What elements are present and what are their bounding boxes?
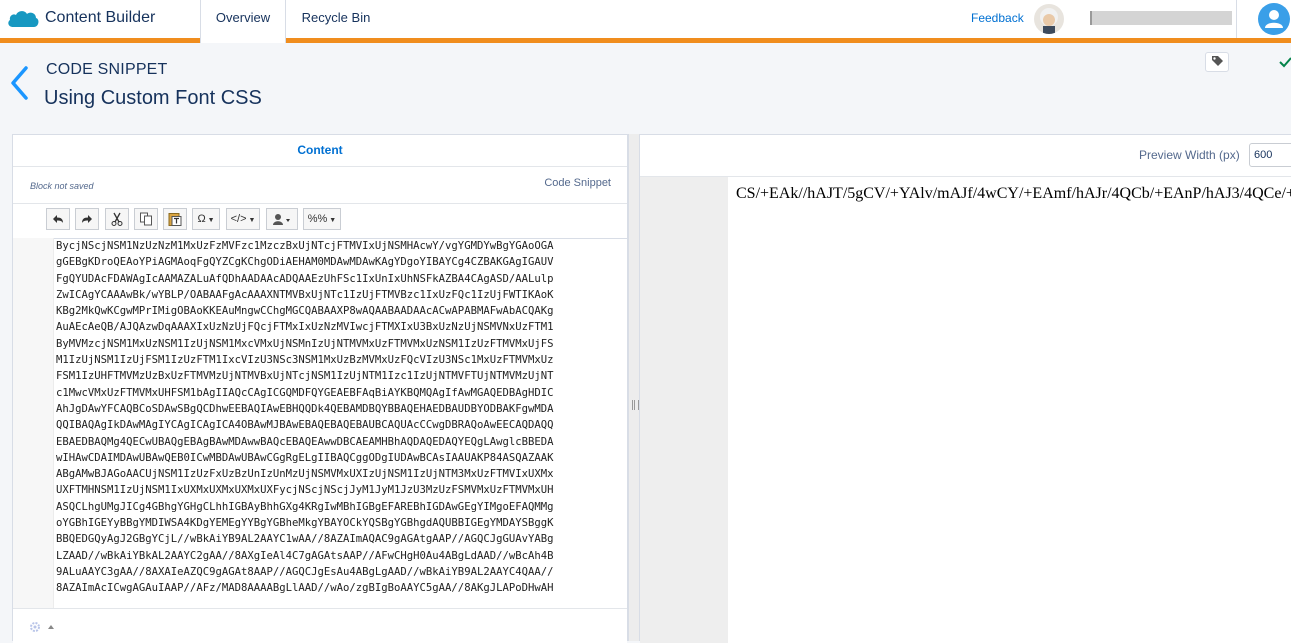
caret-up-icon[interactable]: [48, 625, 54, 629]
tab-overview[interactable]: Overview: [200, 0, 286, 43]
preview-canvas: CS/+EAk//hAJT/5gCV/+YAlv/mAJf/4wCY/+EAmf…: [728, 176, 1291, 643]
special-character-label: Ω: [197, 213, 206, 225]
divider: [1236, 0, 1237, 38]
code-line: AuAEcAeQB/AJQAzwDqAAAXIxUzNzUjFQcjFTMxIx…: [56, 321, 554, 334]
gear-icon[interactable]: [29, 621, 41, 633]
panel-splitter[interactable]: [628, 134, 640, 641]
paste-text-icon: [168, 213, 182, 226]
code-line: ABgAMwBJAGoAACUjNSM1IzUzFxUzBzUnIzUnMzUj…: [56, 468, 554, 481]
code-line: oYGBhIGEYyBBgYMDIWSA4KDgYEMEgYYBgYGBheMk…: [56, 517, 554, 530]
copy-icon: [140, 212, 152, 226]
ampscript-label: %%: [307, 213, 328, 225]
code-line: 8AZAImAcICwgAGAuIAAP//AFz/MAD8AAAABgLlAA…: [56, 582, 554, 595]
code-line: ASQCLhgUMgJICg4GBhgYGHgCLhhIGBAyBhhGXg4K…: [56, 500, 554, 513]
code-line: BycjNScjNSM1NzUzNzM1MxUzFzMVFzc1MzczBxUj…: [56, 240, 554, 252]
einstein-avatar[interactable]: [1034, 4, 1064, 34]
code-line: LZAAD//wBkAiYBkAL2AAYC2gAA//8AXgIeAl4C7g…: [56, 549, 554, 562]
undo-icon: [53, 215, 63, 223]
copy-button[interactable]: [134, 208, 158, 230]
special-character-dropdown[interactable]: Ω ▼: [192, 208, 220, 230]
block-type-label: Code Snippet: [544, 177, 611, 189]
code-line: c1MwcVMxUzFTMVMxUHFSM1bAgIIAQcCAgICGQMDF…: [56, 386, 554, 399]
code-line: BBQEDGQyAgJ2GBgYCjL//wBkAiYB9AL2AAYC1wAA…: [56, 533, 554, 546]
tag-icon: [1212, 56, 1223, 66]
code-line: UXFTMHNSM1IzUjNSM1IxUXMxUXMxUXMxUXFycjNS…: [56, 484, 554, 497]
code-line: AhJgDAwYFCAQBCoSDAwSBgQCDhwEEBAQIAwEBHQQ…: [56, 402, 554, 415]
code-editor[interactable]: BycjNScjNSM1NzUzNzM1MxUzFzMVFzc1MzczBxUj…: [56, 238, 622, 608]
user-name-redacted: [1090, 11, 1232, 25]
code-line: FSM1IzUHFTMVMzUzBxUzFTMVMzUjNTMVBxUjNTcj…: [56, 370, 554, 383]
user-icon: [1265, 10, 1283, 28]
paste-text-button[interactable]: [163, 208, 187, 230]
ampscript-dropdown[interactable]: %% ▼: [303, 208, 341, 230]
editor-toolbar: Ω ▼ </> ▼ %% ▼: [13, 203, 627, 239]
block-status: Block not saved: [30, 181, 94, 191]
personalization-dropdown[interactable]: [266, 208, 298, 230]
code-line: QQIBAQAgIkDAwMAgIYCAgICAgICA4OBAwMJBAwEB…: [56, 419, 554, 432]
preview-text: CS/+EAk//hAJT/5gCV/+YAlv/mAJf/4wCY/+EAmf…: [736, 185, 1291, 202]
feedback-link[interactable]: Feedback: [971, 11, 1024, 25]
source-code-label: </>: [230, 213, 247, 225]
code-line: FgQYUDAcFDAWAgIcAAMAZALuAfQDhAADAAcADQAA…: [56, 272, 554, 285]
drag-handle-icon: [632, 400, 639, 410]
content-name: Using Custom Font CSS: [44, 87, 262, 109]
code-line: KBg2MkQwKCgwMPrIMigOBAoKKEAuMngwCChgMGCQ…: [56, 305, 554, 318]
code-line: EBAEDBAQMg4QECwUBAQgEBAgBAwMDAwwBAQcEBAQ…: [56, 435, 554, 448]
tab-label: Content: [297, 143, 343, 157]
tab-label: Overview: [215, 10, 271, 25]
tab-content[interactable]: Content: [13, 135, 627, 167]
redo-button[interactable]: [75, 208, 99, 230]
code-line: wIHAwCDAIMDAwUBAwQEB0ICwMBDAwUBAwCGgRgEL…: [56, 451, 554, 464]
salesforce-cloud-logo[interactable]: [6, 5, 40, 31]
app-title[interactable]: Content Builder: [45, 9, 155, 27]
preview-panel: Preview Width (px) 600 CS/+EAk//hAJT/5gC…: [640, 134, 1291, 643]
cut-button[interactable]: [105, 208, 129, 230]
code-line: gGEBgKDroQEAoYPiAGMAoqFgQYZCgKChgODiAEHA…: [56, 256, 554, 269]
code-line: ZwICAgYCAAAwBk/wYBLP/OABAAFgAcAAAXNTMVBx…: [56, 288, 554, 301]
code-line: 9ALuAAYC3gAA//8AXAIeAZQC9gAGAt8AAP//AGQC…: [56, 565, 554, 578]
preview-margin: [640, 176, 728, 643]
cut-icon: [111, 212, 123, 226]
tab-recycle-bin[interactable]: Recycle Bin: [286, 0, 386, 38]
undo-button[interactable]: [46, 208, 70, 230]
preview-width-input[interactable]: 600: [1249, 143, 1291, 167]
tab-label: Recycle Bin: [301, 10, 371, 25]
editor-footer: [13, 608, 627, 643]
check-icon: [1279, 57, 1291, 68]
code-line: ByMVMzcjNSM1MxUzNSM1IzUjNSM1MxcVMxUjNSMn…: [56, 337, 554, 350]
tag-button[interactable]: [1205, 52, 1229, 72]
line-gutter: [13, 238, 54, 608]
back-chevron-icon[interactable]: [8, 64, 32, 102]
user-profile-button[interactable]: [1258, 3, 1290, 35]
content-type-label: CODE SNIPPET: [46, 61, 168, 78]
redo-icon: [82, 215, 92, 223]
code-line: M1IzUjNSM1IzUjFSM1IzUzFTM1IxcVIzU3NSc3NS…: [56, 354, 554, 367]
user-icon: [273, 214, 290, 225]
top-bar: Content Builder Overview Recycle Bin Fee…: [0, 0, 1291, 43]
content-editor-panel: Content Block not saved Code Snippet Ω ▼…: [12, 134, 628, 643]
preview-width-label: Preview Width (px): [1139, 148, 1240, 162]
source-code-dropdown[interactable]: </> ▼: [226, 208, 260, 230]
einstein-icon: [1040, 8, 1058, 34]
